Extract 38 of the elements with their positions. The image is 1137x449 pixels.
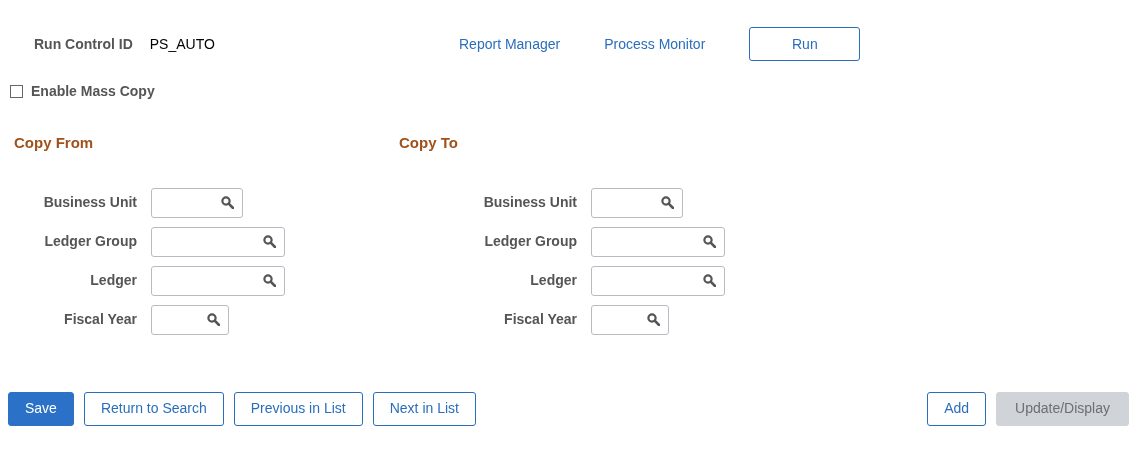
field-label: Fiscal Year (63, 310, 137, 329)
field-label: Business Unit (482, 193, 577, 212)
checkbox-label: Enable Mass Copy (31, 82, 155, 101)
field-label: Ledger (529, 271, 577, 290)
search-icon[interactable] (221, 196, 234, 209)
section-title: Copy To (399, 133, 459, 153)
lookup-field[interactable] (151, 304, 229, 335)
lookup-field[interactable] (591, 187, 683, 218)
search-icon[interactable] (703, 235, 716, 248)
lookup-field[interactable] (591, 265, 725, 296)
button[interactable]: Previous in List (233, 391, 363, 426)
field-label: Run Control ID (34, 34, 133, 54)
lookup-field[interactable] (591, 304, 669, 335)
lookup-field[interactable] (151, 226, 285, 257)
search-icon[interactable] (703, 274, 716, 287)
search-icon[interactable] (263, 274, 276, 287)
field-label: Ledger Group (43, 232, 137, 251)
run-button[interactable]: Run (749, 27, 861, 61)
field-label: Ledger (89, 271, 137, 290)
search-icon[interactable] (207, 313, 220, 326)
button[interactable]: Save (8, 391, 74, 426)
lookup-field[interactable] (591, 226, 725, 257)
link[interactable]: Report Manager (459, 33, 561, 55)
field-label: Business Unit (42, 193, 137, 212)
button[interactable]: Return to Search (83, 391, 224, 426)
search-icon[interactable] (647, 313, 660, 326)
search-icon[interactable] (661, 196, 674, 209)
lookup-field[interactable] (151, 265, 285, 296)
button[interactable]: Next in List (372, 391, 476, 426)
lookup-field[interactable] (151, 187, 243, 218)
checkbox[interactable] (10, 85, 23, 98)
link[interactable]: Process Monitor (604, 33, 706, 55)
button[interactable]: Add (927, 391, 987, 426)
field-label: Ledger Group (483, 232, 577, 251)
field-label: Fiscal Year (503, 310, 577, 329)
section-title: Copy From (13, 133, 95, 153)
field-value: PS_AUTO (149, 34, 215, 54)
search-icon[interactable] (263, 235, 276, 248)
